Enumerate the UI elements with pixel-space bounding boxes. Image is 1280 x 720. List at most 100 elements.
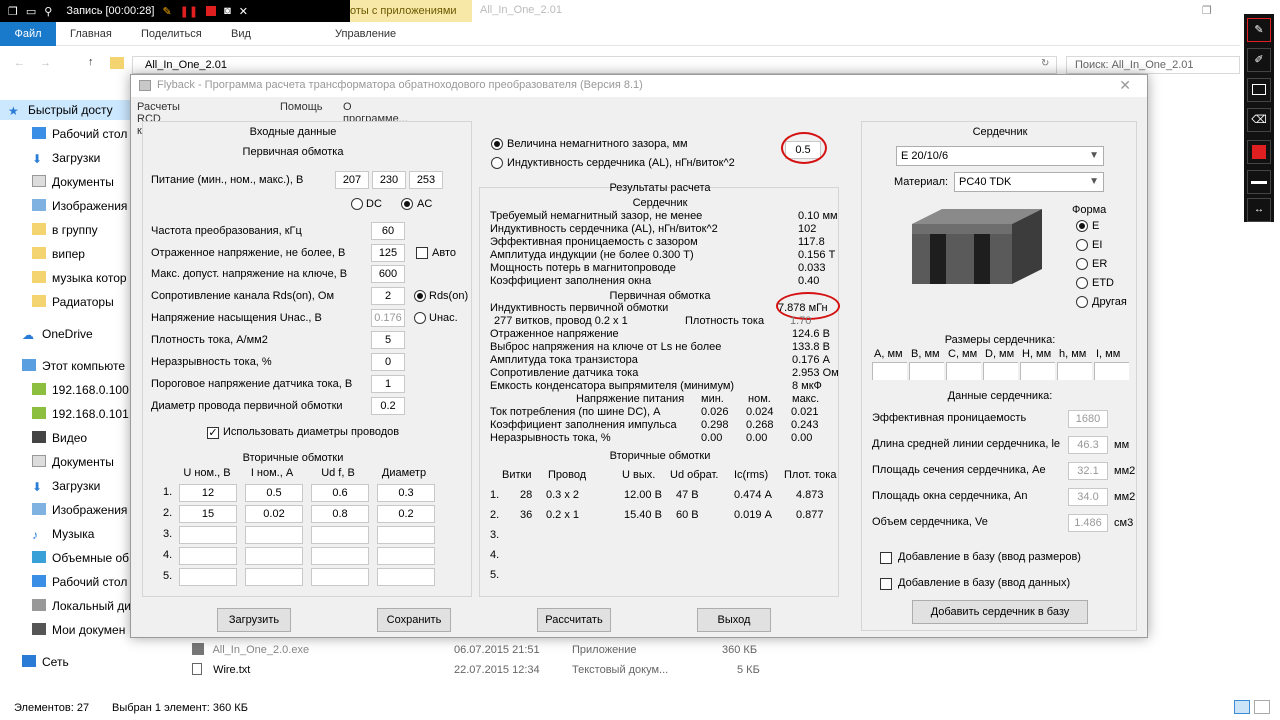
calculate-button[interactable]: Рассчитать <box>537 608 611 632</box>
secondary-input-cell[interactable] <box>377 547 435 565</box>
secondary-input-cell[interactable] <box>311 547 369 565</box>
usat-radio[interactable] <box>414 312 426 324</box>
secondary-input-cell[interactable]: 0.3 <box>377 484 435 502</box>
add-core-button[interactable]: Добавить сердечник в базу <box>912 600 1088 624</box>
rds-input[interactable]: 2 <box>371 287 405 305</box>
forward-icon[interactable]: → <box>40 57 51 69</box>
secondary-input-cell[interactable] <box>245 526 303 544</box>
secondary-input-cell[interactable] <box>245 547 303 565</box>
add-dims-checkbox[interactable] <box>880 552 892 564</box>
secondary-input-cell[interactable] <box>377 568 435 586</box>
exit-button[interactable]: Выход <box>697 608 771 632</box>
details-view-icon[interactable] <box>1234 700 1250 714</box>
nav-network[interactable]: Сеть <box>0 652 69 672</box>
pen-icon[interactable]: ✎ <box>1247 18 1271 42</box>
up-icon[interactable]: ↑ <box>88 56 94 68</box>
secondary-input-cell[interactable] <box>179 547 237 565</box>
secondary-input-cell[interactable]: 0.02 <box>245 505 303 523</box>
nav-folder-viper[interactable]: випер <box>0 244 85 264</box>
nav-my-documents[interactable]: Мои докумен <box>0 620 125 640</box>
tab-share[interactable]: Поделиться <box>141 28 202 40</box>
tab-home[interactable]: Главная <box>70 28 112 40</box>
dc-radio[interactable] <box>351 198 363 210</box>
dim-input[interactable] <box>1020 362 1055 380</box>
pen-icon[interactable]: ✎ <box>162 5 171 18</box>
tiles-view-icon[interactable] <box>1254 700 1270 714</box>
nav-documents[interactable]: Документы <box>0 172 114 192</box>
context-tab[interactable]: оты с приложениями <box>350 0 472 22</box>
shape-radio[interactable] <box>1076 258 1088 270</box>
secondary-input-cell[interactable]: 12 <box>179 484 237 502</box>
secondary-input-cell[interactable] <box>245 568 303 586</box>
core-model-select[interactable]: E 20/10/6 ▼ <box>896 146 1104 166</box>
shape-radio[interactable] <box>1076 296 1088 308</box>
shape-radio[interactable] <box>1076 277 1088 289</box>
stop-icon[interactable] <box>206 6 217 16</box>
dim-input[interactable] <box>983 362 1018 380</box>
restore-icon[interactable]: ❐ <box>8 5 18 18</box>
minimize-icon[interactable]: ▭ <box>26 5 36 18</box>
supply-min-input[interactable]: 207 <box>335 171 369 189</box>
current-density-input[interactable]: 5 <box>371 331 405 349</box>
dim-input[interactable] <box>946 362 981 380</box>
dim-input[interactable] <box>872 362 907 380</box>
use-wire-checkbox[interactable]: ✓ <box>207 427 219 439</box>
secondary-input-cell[interactable] <box>377 526 435 544</box>
line-width-icon[interactable] <box>1247 170 1271 194</box>
nav-desktop[interactable]: Рабочий стол <box>0 124 127 144</box>
supply-max-input[interactable]: 253 <box>409 171 443 189</box>
nav-folder-group[interactable]: в группу <box>0 220 98 240</box>
color-swatch-icon[interactable] <box>1247 140 1271 164</box>
nav-pictures[interactable]: Изображения <box>0 196 127 216</box>
nav-folder-music[interactable]: музыка котор <box>0 268 127 288</box>
sense-voltage-input[interactable]: 1 <box>371 375 405 393</box>
nav-onedrive[interactable]: ☁ OneDrive <box>0 324 93 344</box>
back-icon[interactable]: ← <box>14 57 25 69</box>
nav-3d-objects[interactable]: Объемные об <box>0 548 129 568</box>
secondary-input-cell[interactable]: 0.8 <box>311 505 369 523</box>
highlighter-icon[interactable]: ✐ <box>1247 48 1271 72</box>
nav-network-drive-100[interactable]: 192.168.0.100 <box>0 380 129 400</box>
primary-wire-input[interactable]: 0.2 <box>371 397 405 415</box>
pause-icon[interactable]: ❚❚ <box>180 5 198 18</box>
close-icon[interactable]: ✕ <box>239 5 248 18</box>
search-icon[interactable]: ⚲ <box>44 5 52 18</box>
eraser-icon[interactable]: ⌫ <box>1247 108 1271 132</box>
dim-input[interactable] <box>1094 362 1129 380</box>
reflected-input[interactable]: 125 <box>371 244 405 262</box>
load-button[interactable]: Загрузить <box>217 608 291 632</box>
material-select[interactable]: PC40 TDK ▼ <box>954 172 1104 192</box>
secondary-input-cell[interactable]: 0.2 <box>377 505 435 523</box>
nav-network-drive-101[interactable]: 192.168.0.101 <box>0 404 129 424</box>
secondary-input-cell[interactable] <box>179 526 237 544</box>
secondary-input-cell[interactable]: 0.5 <box>245 484 303 502</box>
nav-pc-documents[interactable]: Документы <box>0 452 114 472</box>
expand-icon[interactable]: ↔ <box>1247 198 1271 222</box>
gap-mm-radio[interactable] <box>491 138 503 150</box>
auto-checkbox[interactable] <box>416 247 428 259</box>
refresh-icon[interactable]: ↻ <box>1041 58 1049 69</box>
close-icon[interactable]: ✕ <box>1119 77 1131 94</box>
tab-manage[interactable]: Управление <box>335 28 396 40</box>
window-restore-icon[interactable]: ❐ <box>1202 4 1212 17</box>
shape-radio[interactable] <box>1076 220 1088 232</box>
dim-input[interactable] <box>1057 362 1092 380</box>
nav-video[interactable]: Видео <box>0 428 87 448</box>
menu-help[interactable]: Помощь <box>280 101 323 113</box>
secondary-input-cell[interactable] <box>311 526 369 544</box>
save-button[interactable]: Сохранить <box>377 608 451 632</box>
continuity-input[interactable]: 0 <box>371 353 405 371</box>
file-row[interactable]: All_In_One_2.0.exe 06.07.2015 21:51 Прил… <box>192 640 762 660</box>
nav-pc-music[interactable]: ♪ Музыка <box>0 524 94 544</box>
secondary-input-cell[interactable] <box>311 568 369 586</box>
file-row[interactable]: Wire.txt 22.07.2015 12:34 Текстовый доку… <box>192 660 762 680</box>
tab-view[interactable]: Вид <box>231 28 251 40</box>
nav-quick-access[interactable]: ★ Быстрый досту <box>0 100 130 120</box>
secondary-input-cell[interactable] <box>179 568 237 586</box>
nav-pc-downloads[interactable]: ⬇ Загрузки <box>0 476 100 496</box>
nav-pc-desktop[interactable]: Рабочий стол <box>0 572 127 592</box>
supply-nom-input[interactable]: 230 <box>372 171 406 189</box>
nav-this-pc[interactable]: Этот компьюте <box>0 356 125 376</box>
dim-input[interactable] <box>909 362 944 380</box>
search-input[interactable]: Поиск: All_In_One_2.01 <box>1066 56 1240 74</box>
